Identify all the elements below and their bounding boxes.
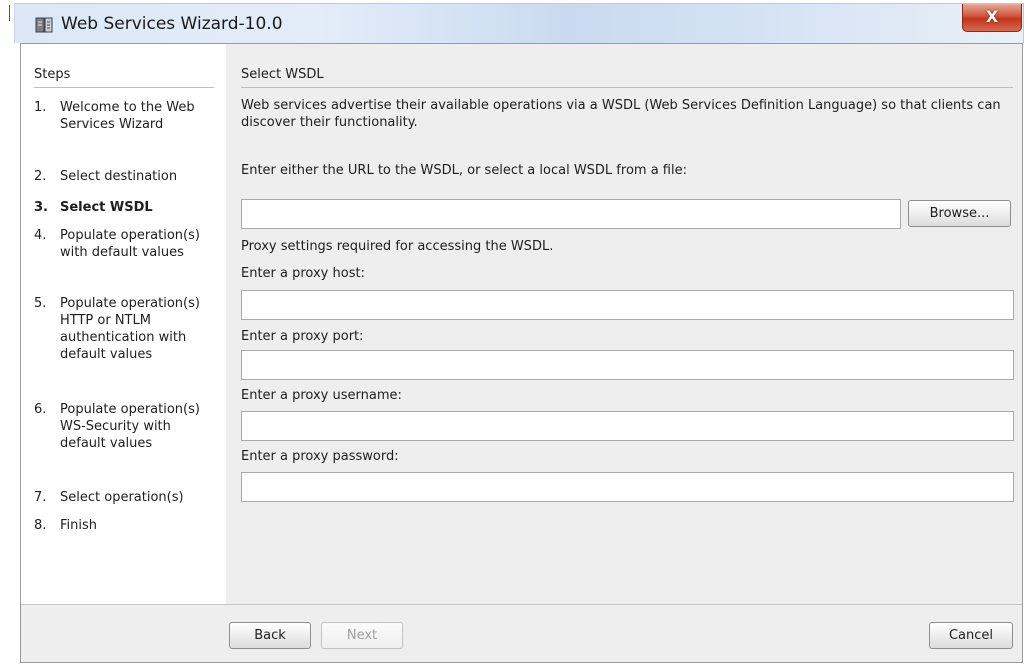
close-button[interactable]: X: [962, 4, 1022, 32]
wizard-dialog: Steps 1. Welcome to the Web Services Wiz…: [20, 43, 1023, 663]
wsdl-description: Web services advertise their available o…: [241, 98, 1001, 130]
steps-divider: [34, 87, 214, 88]
step-number: 4.: [34, 228, 47, 243]
step-label: Select destination: [60, 169, 178, 184]
proxy-username-input[interactable]: [241, 411, 1014, 441]
step-label: Populate operation(s) WS-Security with d…: [60, 402, 200, 451]
step-label: Select operation(s): [60, 490, 184, 505]
step-number: 6.: [34, 402, 47, 417]
proxy-password-label: Enter a proxy password:: [241, 449, 399, 464]
wsdl-url-input[interactable]: [241, 199, 901, 229]
step-label: Populate operation(s) HTTP or NTLM authe…: [60, 296, 200, 362]
steps-panel: Steps 1. Welcome to the Web Services Wiz…: [21, 44, 226, 604]
step-label: Finish: [60, 518, 98, 533]
proxy-password-input[interactable]: [241, 472, 1014, 502]
back-button[interactable]: Back: [229, 622, 311, 649]
step-label: Welcome to the Web Services Wizard: [60, 100, 195, 132]
content-divider: [241, 87, 1013, 88]
step-number: 5.: [34, 296, 47, 311]
window-frame-edge: [9, 5, 10, 21]
proxy-port-label: Enter a proxy port:: [241, 329, 364, 344]
step-number: 7.: [34, 490, 47, 505]
step-label: Populate operation(s) with default value…: [60, 228, 200, 260]
footer-divider: [21, 604, 1022, 605]
close-icon: X: [985, 7, 999, 26]
url-prompt-label: Enter either the URL to the WSDL, or sel…: [241, 163, 687, 178]
proxy-username-label: Enter a proxy username:: [241, 388, 402, 403]
step-number: 1.: [34, 100, 47, 115]
step-label: Select WSDL: [60, 200, 153, 215]
title-bar[interactable]: Web Services Wizard-10.0 X: [14, 3, 1024, 43]
proxy-settings-note: Proxy settings required for accessing th…: [241, 239, 554, 254]
proxy-host-label: Enter a proxy host:: [241, 266, 365, 281]
window-title: Web Services Wizard-10.0: [61, 14, 283, 34]
cancel-button[interactable]: Cancel: [929, 622, 1013, 649]
next-button[interactable]: Next: [321, 622, 403, 649]
page-title: Select WSDL: [241, 67, 324, 82]
browse-button[interactable]: Browse...: [908, 200, 1011, 227]
proxy-port-input[interactable]: [241, 350, 1014, 380]
step-number: 8.: [34, 518, 47, 533]
steps-header: Steps: [34, 67, 71, 82]
step-number: 2.: [34, 169, 47, 184]
wizard-app-icon: [35, 17, 53, 33]
proxy-host-input[interactable]: [241, 290, 1014, 320]
step-number: 3.: [34, 200, 48, 215]
